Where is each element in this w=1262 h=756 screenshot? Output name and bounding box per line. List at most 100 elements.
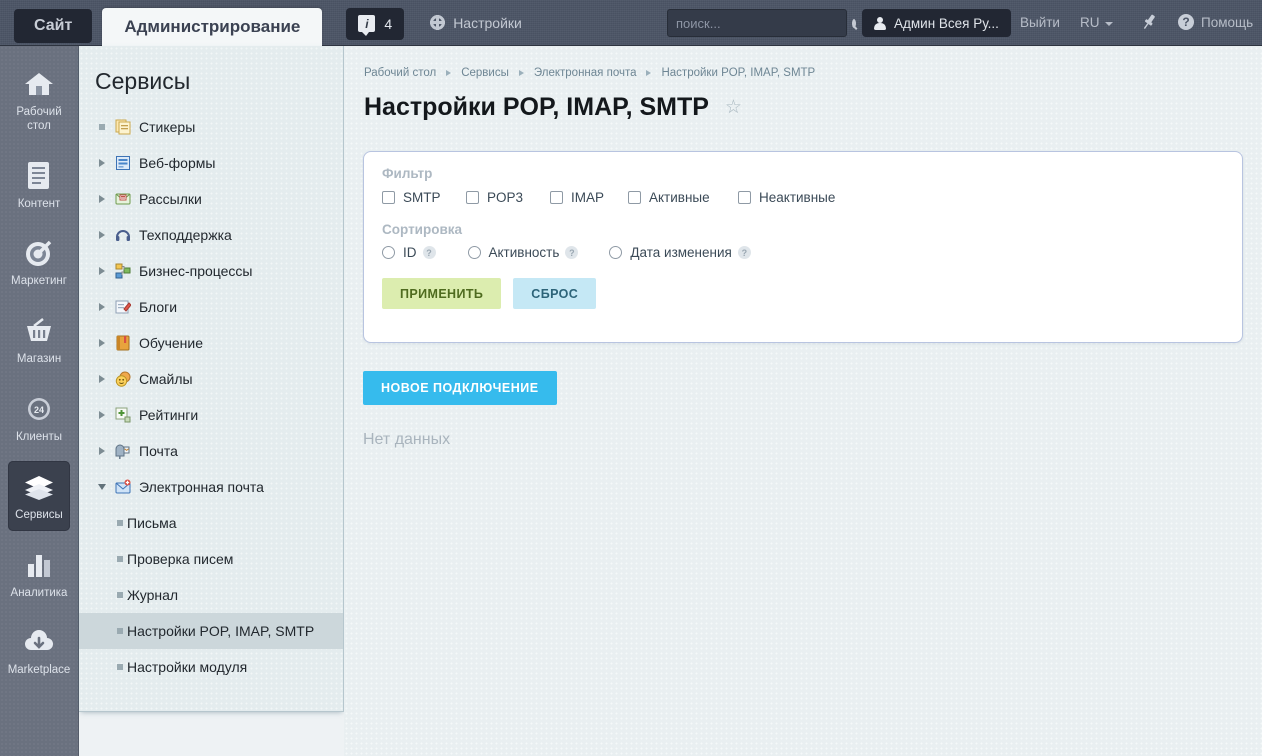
question-icon: ? [1178, 14, 1194, 30]
empty-state-text: Нет данных [363, 431, 451, 448]
rail-item-marketing[interactable]: Маркетинг [8, 227, 70, 297]
radio-label: Активность [488, 245, 560, 260]
rail-item-label: Рабочий стол [16, 106, 62, 132]
menu-item-label: Рассылки [139, 191, 202, 207]
menu-item-label: Стикеры [139, 119, 196, 135]
menu-item-email[interactable]: Электронная почта [79, 469, 343, 505]
radio-circle-icon[interactable] [467, 246, 481, 259]
checkbox-imap[interactable]: IMAP [550, 190, 628, 205]
menu-item-label: Бизнес-процессы [139, 263, 253, 279]
bullet-icon [113, 556, 127, 562]
rail-item-content[interactable]: Контент [8, 150, 70, 220]
new-connection-button[interactable]: НОВОЕ ПОДКЛЮЧЕНИЕ [363, 371, 557, 405]
checkbox-label: Неактивные [759, 190, 836, 205]
rail-item-label: Сервисы [15, 508, 63, 521]
breadcrumb-item-services[interactable]: Сервисы [461, 67, 509, 79]
checkbox-box-icon[interactable] [738, 191, 751, 204]
menu-item-webforms[interactable]: Веб-формы [79, 145, 343, 181]
smiley-icon [115, 371, 131, 387]
basket-icon [22, 315, 56, 347]
home-icon [22, 68, 56, 100]
rail-item-shop[interactable]: Магазин [8, 305, 70, 375]
menu-item-module-settings[interactable]: Настройки модуля [79, 649, 343, 685]
menu-item-support[interactable]: Техподдержка [79, 217, 343, 253]
chevron-right-icon[interactable] [95, 159, 109, 167]
sort-radio-row: ID ? Активность ? Дата изменения ? [364, 237, 1242, 260]
checkbox-box-icon[interactable] [628, 191, 641, 204]
radio-circle-icon[interactable] [382, 246, 395, 259]
menu-item-mail[interactable]: Почта [79, 433, 343, 469]
menu-item-mailings[interactable]: Рассылки [79, 181, 343, 217]
help-icon[interactable]: ? [565, 246, 579, 259]
checkbox-box-icon[interactable] [550, 191, 563, 204]
chevron-down-icon[interactable] [95, 484, 109, 490]
menu-item-bizproc[interactable]: Бизнес-процессы [79, 253, 343, 289]
menu-item-letters[interactable]: Письма [79, 505, 343, 541]
rail-item-services[interactable]: Сервисы [8, 460, 70, 531]
tab-site[interactable]: Сайт [14, 8, 93, 43]
rail-item-analytics[interactable]: Аналитика [8, 539, 70, 609]
chevron-right-icon[interactable] [95, 303, 109, 311]
help-icon[interactable]: ? [737, 246, 751, 259]
rail-item-clients[interactable]: 24 Клиенты [8, 383, 70, 453]
logout-link[interactable]: Выйти [1020, 15, 1060, 30]
radio-circle-icon[interactable] [609, 246, 623, 259]
search-icon[interactable] [852, 18, 856, 28]
chevron-right-icon[interactable] [95, 375, 109, 383]
settings-link[interactable]: Настройки [430, 15, 522, 31]
notifications-button[interactable]: i 4 [346, 7, 405, 40]
chevron-right-icon[interactable] [95, 339, 109, 347]
breadcrumb-item-email[interactable]: Электронная почта [534, 67, 637, 79]
top-bar: Сайт Администрирование i 4 Настройки Адм… [0, 0, 1262, 46]
menu-item-check-letters[interactable]: Проверка писем [79, 541, 343, 577]
rail-item-label: Клиенты [15, 430, 63, 443]
support-icon [115, 227, 131, 243]
checkbox-label: POP3 [487, 190, 524, 205]
rail-item-desktop[interactable]: Рабочий стол [8, 58, 70, 142]
menu-item-journal[interactable]: Журнал [79, 577, 343, 613]
apply-filter-button[interactable]: ПРИМЕНИТЬ [382, 278, 502, 309]
radio-label: ID [403, 245, 417, 260]
tab-administration[interactable]: Администрирование [102, 7, 323, 46]
checkbox-box-icon[interactable] [466, 191, 479, 204]
help-icon[interactable]: ? [422, 246, 436, 259]
checkbox-pop3[interactable]: POP3 [466, 190, 550, 205]
chevron-right-icon[interactable] [95, 267, 109, 275]
breadcrumb-item-current[interactable]: Настройки POP, IMAP, SMTP [661, 67, 815, 79]
search-box[interactable] [667, 9, 856, 37]
main-content: Рабочий стол Сервисы Электронная почта Н… [344, 46, 1262, 756]
menu-item-stickers[interactable]: Стикеры [79, 109, 343, 145]
filter-section-label: Фильтр [382, 166, 433, 181]
checkbox-inactive[interactable]: Неактивные [738, 190, 835, 205]
radio-id[interactable]: ID [382, 245, 417, 260]
menu-item-learning[interactable]: Обучение [79, 325, 343, 361]
checkbox-box-icon[interactable] [382, 191, 395, 204]
layers-icon [22, 471, 56, 503]
checkbox-label: SMTP [403, 190, 441, 205]
menu-item-blogs[interactable]: Блоги [79, 289, 343, 325]
reset-filter-button[interactable]: СБРОС [513, 278, 597, 309]
breadcrumb-item-desktop[interactable]: Рабочий стол [364, 67, 436, 79]
menu-item-pop-imap-smtp-settings[interactable]: Настройки POP, IMAP, SMTP [79, 613, 343, 649]
rail-item-label: Маркетинг [11, 275, 67, 288]
radio-modified-date[interactable]: Дата изменения [609, 245, 732, 260]
checkbox-active[interactable]: Активные [628, 190, 738, 205]
checkbox-smtp[interactable]: SMTP [382, 190, 466, 205]
stickers-icon [115, 119, 131, 135]
star-icon[interactable]: ☆ [725, 98, 742, 117]
menu-item-smileys[interactable]: Смайлы [79, 361, 343, 397]
language-switcher[interactable]: RU [1080, 15, 1113, 30]
mailing-icon [115, 191, 131, 207]
rail-item-marketplace[interactable]: Marketplace [8, 616, 70, 686]
search-input[interactable] [676, 15, 852, 31]
radio-activity[interactable]: Активность [467, 245, 560, 260]
checkbox-label: Активные [649, 190, 710, 205]
chevron-right-icon[interactable] [95, 195, 109, 203]
pin-icon[interactable] [1140, 13, 1158, 33]
chevron-right-icon[interactable] [95, 231, 109, 239]
chevron-right-icon[interactable] [95, 447, 109, 455]
help-link[interactable]: ? Помощь [1178, 14, 1253, 30]
user-menu-button[interactable]: Админ Всея Ру... [862, 9, 1011, 37]
chevron-right-icon[interactable] [95, 411, 109, 419]
menu-item-ratings[interactable]: Рейтинги [79, 397, 343, 433]
